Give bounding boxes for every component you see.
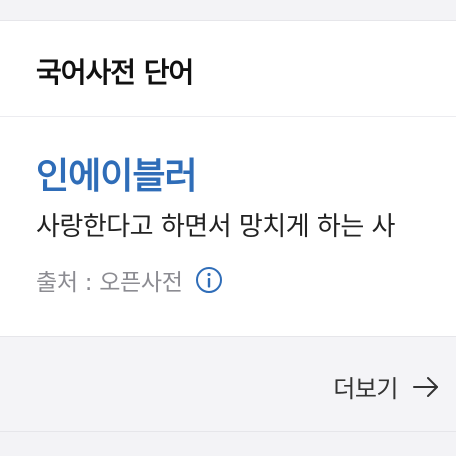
arrow-right-icon (412, 375, 440, 399)
dictionary-entry: 인에이블러 사랑한다고 하면서 망치게 하는 사 출처 : 오픈사전 (0, 117, 456, 337)
entry-word-link[interactable]: 인에이블러 (36, 147, 198, 199)
info-icon[interactable] (195, 266, 223, 294)
bottom-spacer (0, 432, 456, 456)
more-button[interactable]: 더보기 (333, 369, 440, 404)
more-row: 더보기 (0, 337, 456, 431)
card-title: 국어사전 단어 (36, 56, 194, 89)
more-label: 더보기 (333, 375, 398, 403)
dictionary-card: 국어사전 단어 인에이블러 사랑한다고 하면서 망치게 하는 사 출처 : 오픈… (0, 20, 456, 432)
top-spacer (0, 0, 456, 20)
source-label: 출처 : 오픈사전 (36, 270, 183, 296)
entry-definition: 사랑한다고 하면서 망치게 하는 사 (36, 212, 395, 242)
card-header: 국어사전 단어 (0, 21, 456, 117)
entry-source: 출처 : 오픈사전 (36, 263, 223, 297)
